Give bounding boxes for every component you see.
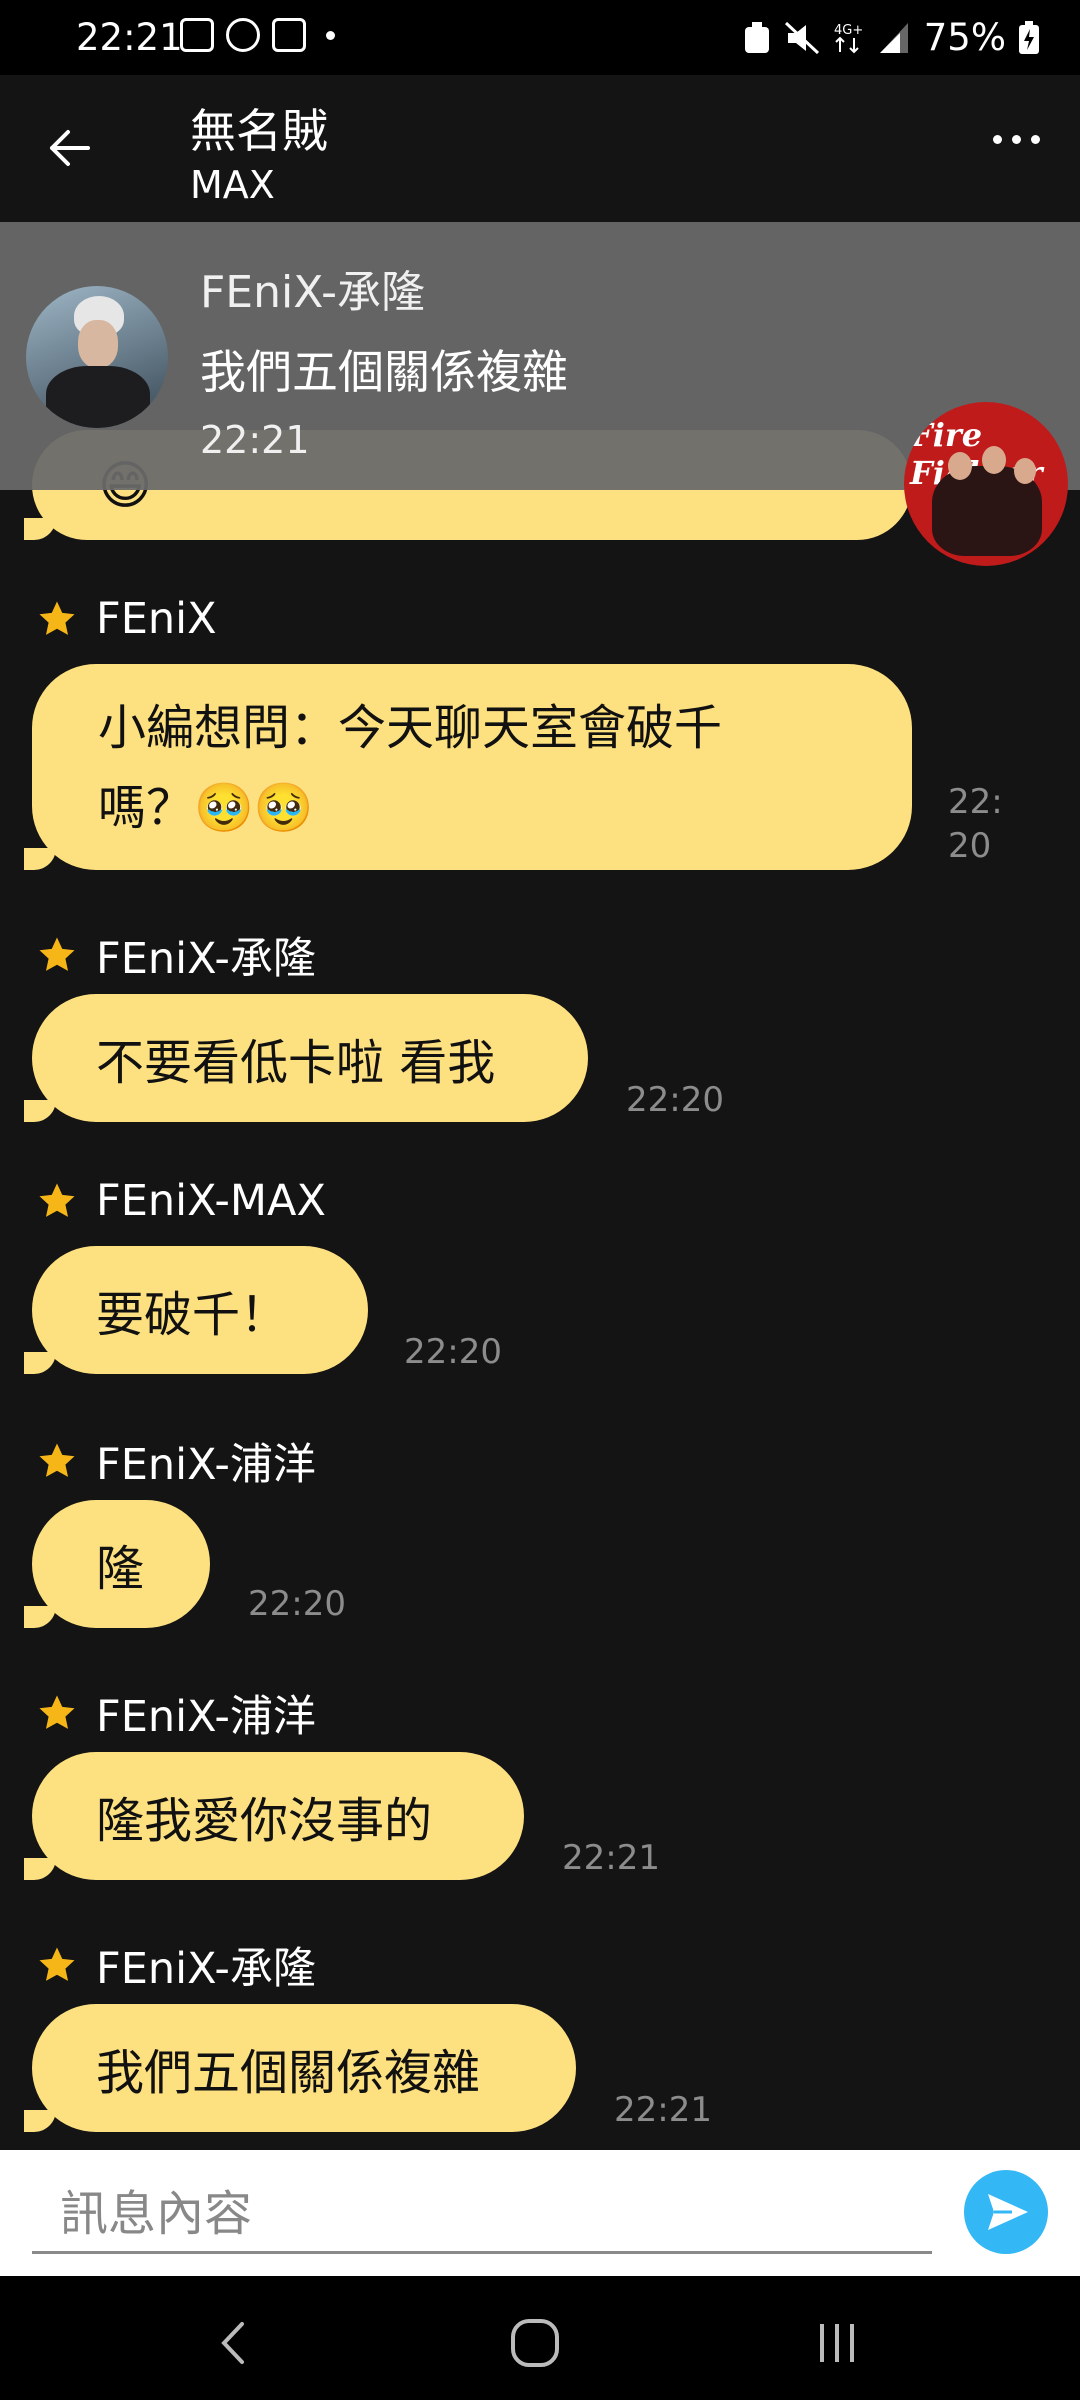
message-time: 22:20: [248, 1584, 346, 1624]
signal-icon: [879, 22, 908, 53]
sender-row: FEniX-承隆: [36, 1934, 316, 1996]
message-time: 22: 20: [948, 780, 1003, 868]
sender-row: FEniX-浦洋: [36, 1682, 316, 1744]
app-bar: 無名賊 MAX: [0, 75, 1080, 223]
message-composer: 訊息內容: [0, 2150, 1080, 2276]
star-icon: [39, 1947, 75, 1981]
sender-name: FEniX-承隆: [96, 934, 316, 984]
message-text: 不要看低卡啦 看我: [96, 1035, 496, 1091]
send-icon: [988, 2194, 1028, 2230]
notification-sender: FEniX-承隆: [200, 267, 426, 318]
system-nav-bar: [0, 2276, 1080, 2400]
status-notification-icons: [180, 18, 335, 52]
message-text: 要破千！: [96, 1287, 289, 1343]
status-system-icons: 4G+ 75%: [742, 16, 1040, 59]
notification-time: 22:21: [200, 418, 310, 462]
gallery-notification-icon: [180, 18, 214, 52]
star-icon: [39, 1183, 75, 1217]
message-time: 22:20: [404, 1332, 502, 1372]
message-time: 22:21: [614, 2090, 712, 2130]
message-bubble[interactable]: 要破千！: [24, 1246, 368, 1374]
sender-name: FEniX-承隆: [96, 1944, 316, 1994]
star-icon: [39, 601, 75, 635]
message-text: 隆我愛你沒事的: [96, 1793, 433, 1849]
message-text: 我們五個關係複雜: [96, 2045, 481, 2101]
message-bubble[interactable]: 我們五個關係複雜: [24, 2004, 576, 2132]
message-time: 22:20: [626, 1080, 724, 1120]
sender-name: FEniX-MAX: [96, 1176, 326, 1226]
svg-text:4G+: 4G+: [834, 23, 863, 38]
k-notification-icon: [226, 18, 260, 52]
message-bubble[interactable]: 隆: [24, 1500, 210, 1628]
back-arrow-icon[interactable]: [46, 125, 92, 171]
sender-row: FEniX-承隆: [36, 924, 316, 986]
battery-saver-icon: [744, 21, 769, 53]
sender-name: FEniX-浦洋: [96, 1440, 316, 1490]
battery-percent: 75%: [923, 16, 1006, 59]
sender-row: FEniX: [36, 594, 217, 644]
status-time: 22:21: [76, 16, 183, 59]
message-time-line: 22:: [948, 782, 1003, 822]
message-bubble[interactable]: 小編想問：今天聊天室會破千 嗎？🥹🥹: [24, 664, 912, 870]
star-icon: [39, 1443, 75, 1477]
floating-avatar[interactable]: Fire Fighter: [904, 402, 1068, 566]
star-icon: [39, 937, 75, 971]
more-notifications-dot-icon: [326, 30, 335, 40]
sender-row: FEniX-浦洋: [36, 1430, 316, 1492]
star-icon: [39, 1695, 75, 1729]
app-notification-icon: [272, 18, 306, 52]
more-icon[interactable]: [993, 135, 1040, 144]
sender-name: FEniX-浦洋: [96, 1692, 316, 1742]
message-input[interactable]: 訊息內容: [32, 2184, 932, 2254]
nav-home-icon[interactable]: [508, 2316, 562, 2370]
chat-subtitle: MAX: [190, 163, 275, 207]
notification-text: 我們五個關係複雜: [200, 345, 568, 399]
message-text-line: 小編想問：今天聊天室會破千: [98, 700, 723, 756]
mute-icon: [784, 21, 819, 54]
send-button[interactable]: [964, 2170, 1048, 2254]
message-bubble[interactable]: 隆我愛你沒事的: [24, 1752, 524, 1880]
status-bar: 22:21 4G+ 75%: [0, 0, 1080, 75]
message-text: 隆: [96, 1541, 145, 1597]
nav-recents-icon[interactable]: [814, 2320, 860, 2366]
message-time-line: 20: [948, 826, 992, 866]
nav-back-icon[interactable]: [214, 2318, 254, 2368]
message-bubble[interactable]: 不要看低卡啦 看我: [24, 994, 588, 1122]
sender-name: FEniX: [96, 594, 217, 644]
sender-row: FEniX-MAX: [36, 1176, 326, 1226]
battery-charging-icon: [1019, 20, 1039, 54]
notification-avatar: [26, 286, 168, 428]
message-time: 22:21: [562, 1838, 660, 1878]
network-4g-icon: 4G+: [834, 23, 863, 53]
message-text-line: 嗎？🥹🥹: [98, 780, 314, 836]
chat-title: 無名賊: [190, 104, 328, 158]
